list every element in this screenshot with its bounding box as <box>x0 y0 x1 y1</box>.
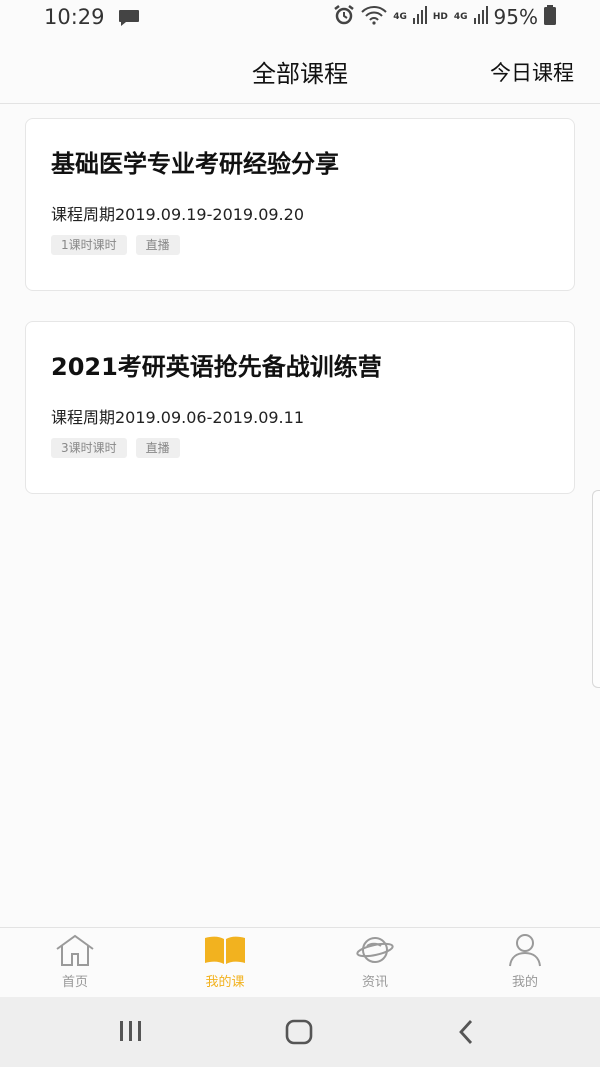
battery-icon <box>544 5 556 29</box>
signal-icon <box>412 6 427 28</box>
today-courses-link[interactable]: 今日课程 <box>490 57 574 87</box>
course-title: 2021考研英语抢先备战训练营 <box>51 353 382 381</box>
live-tag: 直播 <box>135 438 180 458</box>
course-card[interactable]: 2021考研英语抢先备战训练营 课程周期2019.09.06-2019.09.1… <box>25 321 575 494</box>
system-nav-bar <box>0 997 600 1067</box>
back-icon[interactable] <box>456 1019 476 1049</box>
signal-icon-2 <box>473 6 488 28</box>
recent-apps-icon[interactable] <box>118 1019 144 1047</box>
tab-profile[interactable]: 我的 <box>450 928 600 998</box>
tab-news-label: 资讯 <box>361 975 388 990</box>
live-tag: 直播 <box>135 235 180 255</box>
tab-news[interactable]: 资讯 <box>300 928 450 998</box>
course-title: 基础医学专业考研经验分享 <box>51 150 339 178</box>
course-card[interactable]: 基础医学专业考研经验分享 课程周期2019.09.19-2019.09.20 1… <box>25 118 575 291</box>
page-header: 全部课程 今日课程 <box>0 36 600 104</box>
course-period: 课程周期2019.09.06-2019.09.11 <box>51 408 304 427</box>
alarm-icon <box>333 4 355 30</box>
book-icon <box>203 933 247 967</box>
lesson-count-tag: 3课时课时 <box>51 438 127 458</box>
home-icon <box>53 933 97 967</box>
network-4g-label-2: 4G <box>453 12 468 22</box>
planet-icon <box>355 933 395 967</box>
tab-home-label: 首页 <box>61 975 88 990</box>
course-tags: 1课时课时 直播 <box>51 235 180 255</box>
course-period: 课程周期2019.09.19-2019.09.20 <box>51 205 304 224</box>
network-4g-label: 4G <box>393 12 407 22</box>
tab-home[interactable]: 首页 <box>0 928 150 998</box>
course-list: 基础医学专业考研经验分享 课程周期2019.09.19-2019.09.20 1… <box>25 118 575 524</box>
course-tags: 3课时课时 直播 <box>51 438 180 458</box>
message-icon <box>118 9 140 31</box>
wifi-icon <box>361 5 387 29</box>
tab-my-courses-label: 我的课 <box>205 975 245 990</box>
status-indicators: 4G HD 4G 95% <box>333 5 556 29</box>
person-icon <box>507 933 543 967</box>
edge-panel-handle[interactable] <box>592 490 600 688</box>
battery-percent: 95% <box>493 5 538 29</box>
home-circle-icon[interactable] <box>285 1019 313 1049</box>
tab-my-courses[interactable]: 我的课 <box>150 928 300 998</box>
tab-profile-label: 我的 <box>511 975 538 990</box>
bottom-tab-bar: 首页 我的课 资讯 我的 <box>0 927 600 997</box>
status-time: 10:29 <box>44 5 105 29</box>
status-bar: 10:29 4G HD 4G 95% <box>0 0 600 36</box>
lesson-count-tag: 1课时课时 <box>51 235 127 255</box>
hd-label: HD <box>432 12 448 22</box>
